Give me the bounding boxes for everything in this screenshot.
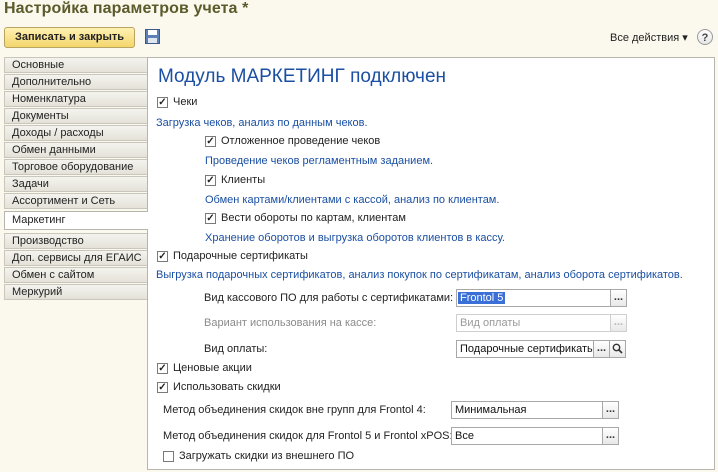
- checkbox-label: Чеки: [173, 96, 198, 108]
- checkbox-mark[interactable]: ✓: [157, 251, 168, 262]
- method-frontol4-label: Метод объединения скидок вне групп для F…: [163, 404, 426, 416]
- tab-additional[interactable]: Дополнительно: [4, 74, 147, 90]
- help-icon[interactable]: ?: [697, 29, 713, 45]
- usage-variant-label: Вариант использования на кассе:: [204, 317, 377, 329]
- usage-variant-select-button[interactable]: ...: [610, 314, 627, 332]
- checkbox-mark[interactable]: ✓: [157, 382, 168, 393]
- tab-income-expenses[interactable]: Доходы / расходы: [4, 125, 147, 141]
- tab-main[interactable]: Основные: [4, 57, 147, 73]
- clients-hint: Обмен картами/клиентами с кассой, анализ…: [205, 194, 500, 206]
- pos-software-value: Frontol 5: [458, 292, 506, 304]
- checks-hint: Загрузка чеков, анализ по данным чеков.: [156, 117, 368, 129]
- pos-software-select-button[interactable]: ...: [610, 289, 627, 307]
- tab-nomenclature[interactable]: Номенклатура: [4, 91, 147, 107]
- gift-certificates-hint: Выгрузка подарочных сертификатов, анализ…: [156, 269, 683, 281]
- tab-site-exchange[interactable]: Обмен с сайтом: [4, 267, 147, 283]
- all-actions-menu[interactable]: Все действия ▾: [610, 31, 688, 44]
- tab-marketing[interactable]: Маркетинг: [4, 211, 148, 230]
- pos-software-label: Вид кассового ПО для работы с сертификат…: [204, 292, 454, 304]
- checkbox-label: Вести обороты по картам, клиентам: [221, 212, 406, 224]
- checkbox-label: Ценовые акции: [173, 362, 252, 374]
- method-frontol5-select-button[interactable]: ...: [602, 427, 619, 445]
- payment-type-field[interactable]: Подарочные сертификаты: [456, 340, 594, 358]
- tab-production[interactable]: Производство: [4, 233, 147, 249]
- method-frontol5-label: Метод объединения скидок для Frontol 5 и…: [163, 430, 453, 442]
- checkbox-label: Подарочные сертификаты: [173, 250, 308, 262]
- usage-variant-field[interactable]: Вид оплаты: [456, 314, 611, 332]
- payment-type-select-button[interactable]: ...: [593, 340, 610, 358]
- method-frontol4-field[interactable]: Минимальная: [451, 401, 603, 419]
- magnifier-icon: [612, 343, 623, 354]
- tab-egais-services[interactable]: Доп. сервисы для ЕГАИС: [4, 250, 147, 266]
- checkbox-label: Отложенное проведение чеков: [221, 135, 381, 147]
- tab-trade-equipment[interactable]: Торговое оборудование: [4, 159, 147, 175]
- checkbox-mark[interactable]: ✓: [157, 97, 168, 108]
- tab-documents[interactable]: Документы: [4, 108, 147, 124]
- sidebar-tabs: Основные Дополнительно Номенклатура Доку…: [4, 57, 148, 301]
- checkbox-label: Клиенты: [221, 174, 266, 186]
- checkbox-mark-empty[interactable]: [163, 451, 174, 462]
- checkbox-mark[interactable]: ✓: [205, 213, 216, 224]
- turnover-hint: Хранение оборотов и выгрузка оборотов кл…: [205, 232, 505, 244]
- window-title: Настройка параметров учета *: [4, 0, 249, 17]
- marketing-panel: Модуль МАРКЕТИНГ подключен ✓ Чеки Загруз…: [147, 57, 715, 470]
- save-and-close-button[interactable]: Записать и закрыть: [4, 27, 135, 48]
- method-frontol5-field[interactable]: Все: [451, 427, 603, 445]
- tab-assortment-network[interactable]: Ассортимент и Сеть: [4, 193, 147, 209]
- payment-type-label: Вид оплаты:: [204, 343, 268, 355]
- pos-software-field[interactable]: Frontol 5: [456, 289, 611, 307]
- panel-title: Модуль МАРКЕТИНГ подключен: [158, 66, 447, 87]
- save-disk-icon[interactable]: [145, 29, 160, 44]
- checkbox-label: Использовать скидки: [173, 381, 281, 393]
- checkbox-mark[interactable]: ✓: [157, 363, 168, 374]
- checkbox-label: Загружать скидки из внешнего ПО: [179, 450, 355, 462]
- tab-data-exchange[interactable]: Обмен данными: [4, 142, 147, 158]
- checkbox-mark[interactable]: ✓: [205, 136, 216, 147]
- method-frontol4-select-button[interactable]: ...: [602, 401, 619, 419]
- checkbox-mark[interactable]: ✓: [205, 175, 216, 186]
- tab-tasks[interactable]: Задачи: [4, 176, 147, 192]
- payment-type-open-button[interactable]: [609, 340, 626, 358]
- deferred-posting-hint: Проведение чеков регламентным заданием.: [205, 155, 434, 167]
- tab-mercury[interactable]: Меркурий: [4, 284, 147, 300]
